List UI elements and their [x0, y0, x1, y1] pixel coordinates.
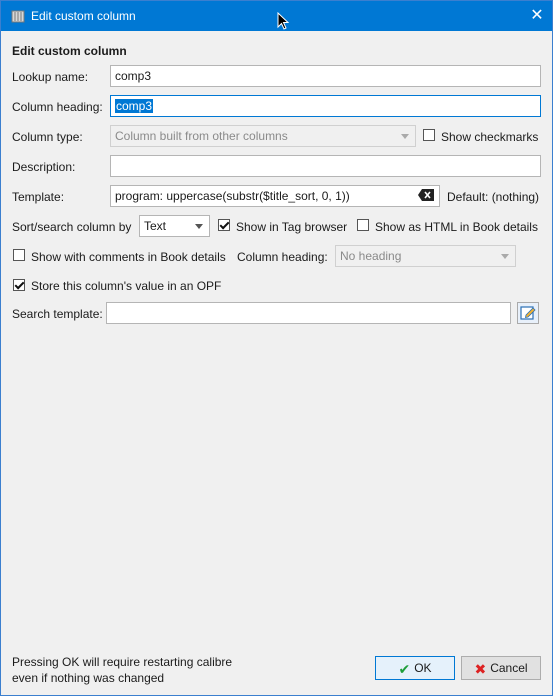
show-with-comments-checkbox[interactable]	[13, 249, 25, 261]
column-heading-input[interactable]: comp3	[110, 95, 541, 117]
dialog-header: Edit custom column	[12, 44, 127, 58]
show-in-tag-browser-label: Show in Tag browser	[236, 220, 348, 234]
comments-heading-dropdown[interactable]: No heading	[335, 245, 516, 267]
restart-note-line1: Pressing OK will require restarting cali…	[12, 655, 233, 669]
description-label: Description:	[12, 160, 76, 174]
store-in-opf-checkbox[interactable]	[13, 279, 25, 291]
calibre-app-icon	[11, 10, 25, 23]
template-label: Template:	[12, 190, 65, 204]
template-text: program: uppercase(substr($title_sort, 0…	[115, 189, 350, 203]
chevron-down-icon	[195, 224, 203, 229]
x-icon: ✖	[474, 660, 487, 677]
chevron-down-icon	[501, 254, 509, 259]
column-type-label: Column type:	[12, 130, 83, 144]
cancel-button[interactable]: ✖ Cancel	[461, 656, 541, 680]
chevron-down-icon	[401, 134, 409, 139]
ok-button-label: OK	[414, 661, 432, 675]
cancel-button-label: Cancel	[490, 661, 528, 675]
description-input[interactable]	[110, 155, 541, 177]
store-in-opf-label: Store this column's value in an OPF	[31, 279, 222, 293]
search-template-input[interactable]	[106, 302, 511, 324]
comments-heading-label: Column heading:	[237, 250, 328, 264]
lookup-name-label: Lookup name:	[12, 70, 89, 84]
template-input[interactable]: program: uppercase(substr($title_sort, 0…	[110, 185, 440, 207]
edit-icon	[520, 306, 536, 320]
comments-heading-value: No heading	[340, 249, 402, 263]
checkmark-icon: ✔	[398, 660, 411, 677]
restart-note-line2: even if nothing was changed	[12, 671, 165, 685]
close-icon[interactable]: ✕	[522, 1, 552, 31]
template-default-label: Default: (nothing)	[447, 190, 540, 204]
show-with-comments-label: Show with comments in Book details	[31, 250, 226, 264]
column-heading-label: Column heading:	[12, 100, 103, 114]
show-as-html-checkbox[interactable]	[357, 219, 369, 231]
sort-search-dropdown[interactable]: Text	[139, 215, 210, 237]
show-in-tag-browser-checkbox[interactable]	[218, 219, 230, 231]
sort-search-value: Text	[144, 219, 167, 233]
search-template-label: Search template:	[12, 307, 103, 321]
show-as-html-label: Show as HTML in Book details	[375, 220, 538, 234]
show-checkmarks-label: Show checkmarks	[441, 130, 539, 144]
ok-button[interactable]: ✔ OK	[375, 656, 455, 680]
column-heading-selected-text: comp3	[115, 99, 154, 113]
mouse-cursor-icon	[277, 12, 289, 30]
sort-search-label: Sort/search column by	[12, 220, 132, 234]
restart-note: Pressing OK will require restarting cali…	[12, 654, 232, 686]
lookup-name-input[interactable]: comp3	[110, 65, 541, 87]
column-type-value: Column built from other columns	[115, 129, 288, 143]
show-checkmarks-checkbox[interactable]	[423, 129, 435, 141]
column-type-dropdown[interactable]: Column built from other columns	[110, 125, 416, 147]
clear-text-icon[interactable]	[418, 189, 434, 201]
window-title: Edit custom column	[31, 9, 136, 23]
edit-template-button[interactable]	[517, 302, 539, 324]
